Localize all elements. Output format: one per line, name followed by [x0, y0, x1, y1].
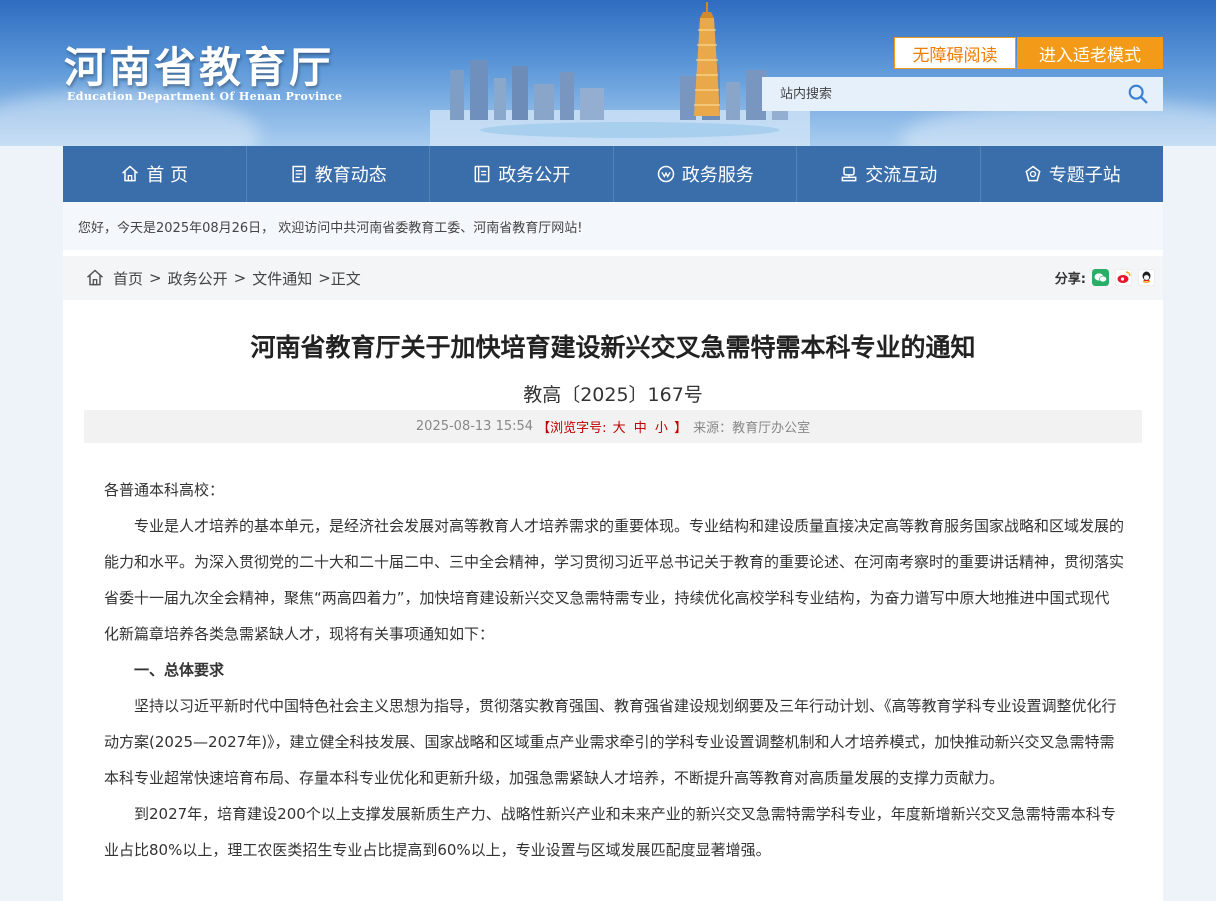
nav-item-label: 政务公开: [498, 165, 571, 186]
body-paragraph: 专业是人才培养的基本单元，是经济社会发展对高等教育人才培养需求的重要体现。专业结…: [104, 517, 1125, 643]
article-title: 河南省教育厅关于加快培育建设新兴交叉急需特需本科专业的通知: [250, 333, 976, 362]
breadcrumb-separator: >: [318, 269, 331, 287]
font-size-selector: 【浏览字号: 大 中 小 】: [537, 417, 687, 436]
font-size-medium-button[interactable]: 中: [634, 421, 647, 436]
nav-item-label: 专题子站: [1048, 165, 1121, 186]
publish-date: 2025-08-13 15:54: [415, 419, 534, 434]
breadcrumb-separator: >: [149, 269, 162, 287]
search-input[interactable]: [778, 85, 1112, 103]
interaction-icon: [841, 166, 857, 182]
share-bar: 分享:: [1055, 268, 1155, 287]
font-size-small-button[interactable]: 小: [655, 421, 668, 436]
weibo-icon[interactable]: [1115, 269, 1132, 286]
font-size-close: 】: [674, 421, 688, 436]
font-size-large-button[interactable]: 大: [613, 421, 626, 436]
welcome-bar: 您好，今天是2025年08月26日， 欢迎访问中共河南省委教育工委、河南省教育厅…: [63, 202, 1163, 250]
nav-item-interaction[interactable]: 交流互动: [797, 146, 981, 202]
share-label: 分享:: [1054, 272, 1086, 287]
article-container: 首页 > 政务公开 > 文件通知 > 正文 分享: 河南省教育厅关于加快培育建设…: [63, 250, 1163, 901]
site-search: [762, 77, 1163, 111]
nav-item-home[interactable]: 首 页: [63, 146, 247, 202]
section-heading: 一、总体要求: [134, 661, 225, 679]
article-meta: 2025-08-13 15:54 【浏览字号: 大 中 小 】 来源：教育厅办公…: [84, 410, 1142, 443]
service-icon: [657, 165, 674, 183]
home-icon: [122, 165, 139, 182]
breadcrumb: 首页 > 政务公开 > 文件通知 > 正文 分享:: [63, 256, 1163, 300]
breadcrumb-separator: >: [233, 269, 247, 287]
body-paragraph: 坚持以习近平新时代中国特色社会主义思想为指导，贯彻落实教育强国、教育强省建设规划…: [104, 697, 1117, 787]
nav-item-label: 政务服务: [681, 165, 754, 186]
breadcrumb-current: 正文: [330, 269, 361, 288]
accessibility-reading-button[interactable]: 无障碍阅读: [894, 37, 1016, 69]
book-icon: [474, 165, 490, 183]
nav-item-government-affairs[interactable]: 政务公开: [430, 146, 614, 202]
qq-icon[interactable]: [1138, 269, 1155, 286]
nav-item-label: 首 页: [146, 165, 189, 186]
article-body: 各普通本科高校： 专业是人才培养的基本单元，是经济社会发展对高等教育人才培养需求…: [104, 472, 1124, 868]
search-icon[interactable]: [1127, 83, 1149, 105]
document-number: 教高〔2025〕167号: [523, 384, 703, 406]
nav-item-government-services[interactable]: 政务服务: [614, 146, 797, 202]
breadcrumb-link-file-notices[interactable]: 文件通知: [252, 268, 312, 289]
elder-mode-button[interactable]: 进入适老模式: [1017, 37, 1163, 69]
wechat-icon[interactable]: [1092, 269, 1109, 286]
nav-item-education-news[interactable]: 教育动态: [247, 146, 430, 202]
breadcrumb-link-home[interactable]: 首页: [113, 268, 143, 289]
main-nav: 首 页 教育动态 政务公开 政务服务 交流互动 专题子站: [63, 146, 1163, 202]
nav-item-label: 交流互动: [865, 165, 938, 186]
body-paragraph: 到2027年，培育建设200个以上支撑发展新质生产力、战略性新兴产业和未来产业的…: [104, 805, 1116, 859]
salutation: 各普通本科高校：: [104, 481, 225, 499]
breadcrumb-link-government-affairs[interactable]: 政务公开: [168, 268, 228, 289]
news-icon: [292, 165, 306, 183]
nav-item-label: 教育动态: [314, 165, 387, 186]
special-icon: [1025, 165, 1041, 182]
site-logo-title[interactable]: 河南省教育厅: [64, 34, 334, 95]
font-size-label: 【浏览字号:: [537, 421, 607, 436]
site-logo-subtitle: Education Department Of Henan Province: [67, 90, 343, 103]
home-icon[interactable]: [85, 268, 105, 288]
nav-item-special-sites[interactable]: 专题子站: [981, 146, 1164, 202]
city-skyline-image: [430, 2, 810, 146]
article-source: 来源：教育厅办公室: [693, 421, 811, 436]
site-header: 河南省教育厅 Education Department Of Henan Pro…: [0, 0, 1216, 146]
